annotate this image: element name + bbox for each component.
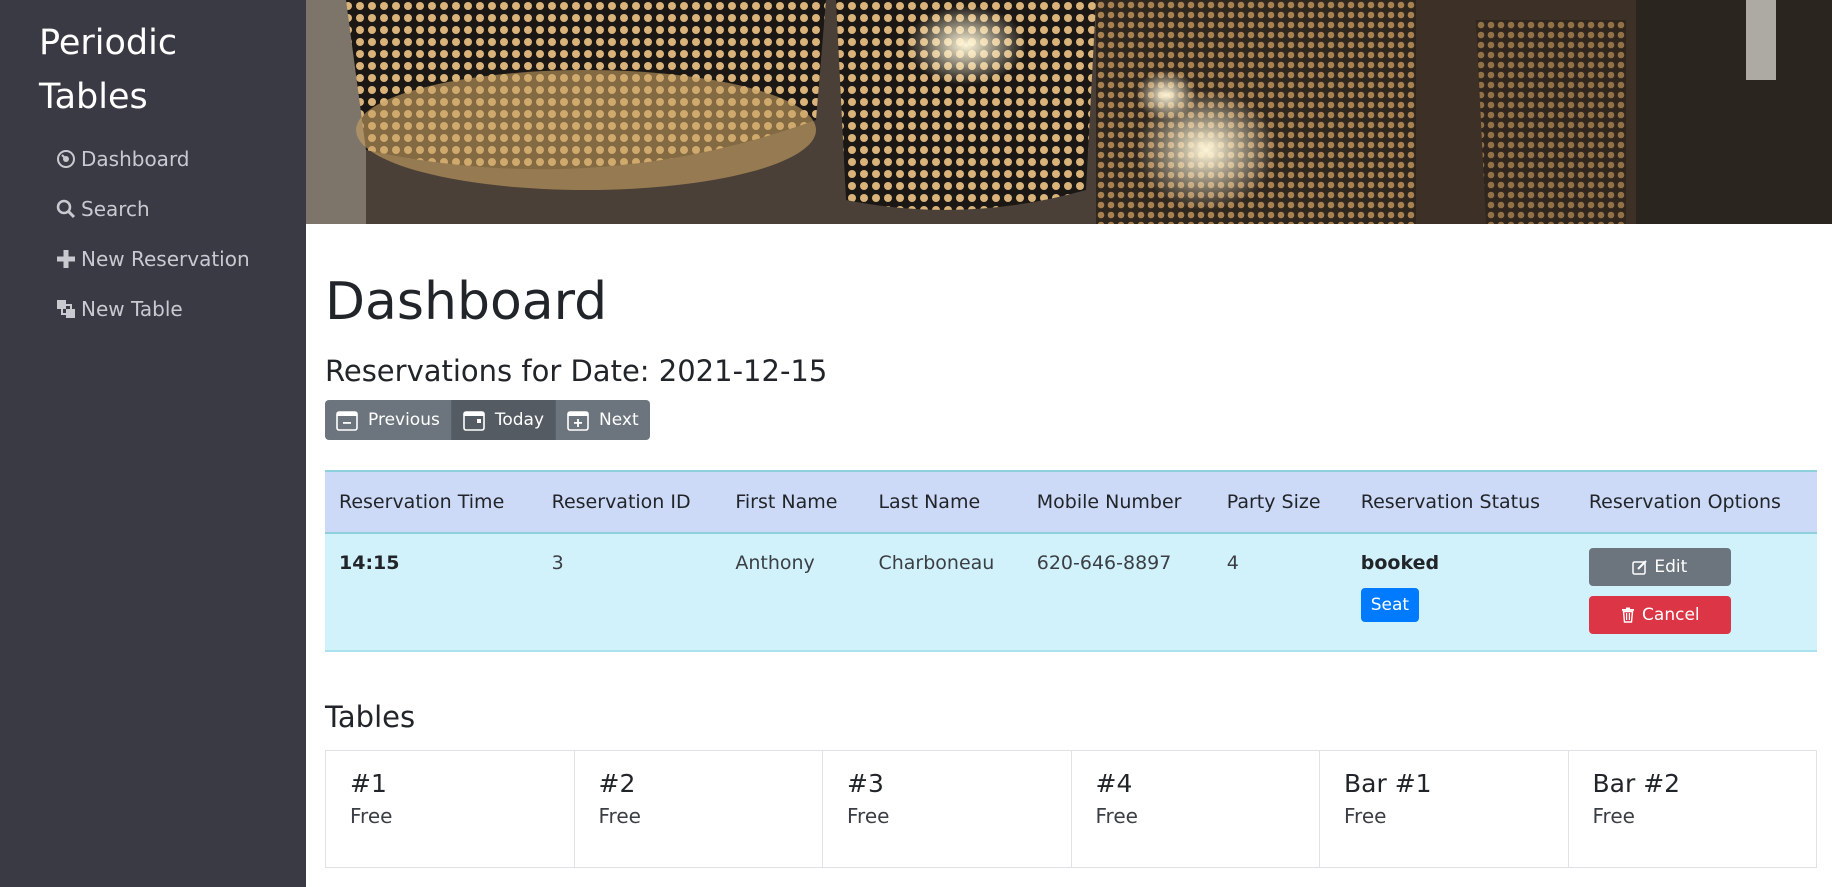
column-header: Reservation Time [325, 470, 538, 534]
page-title: Dashboard [325, 272, 608, 332]
sidebar-item-label: New Table [81, 297, 183, 321]
table-status: Free [1592, 804, 1635, 828]
seat-button[interactable]: Seat [1360, 588, 1420, 622]
table-card: Bar #1 Free [1320, 751, 1569, 867]
search-icon [55, 198, 77, 220]
table-card: #3 Free [823, 751, 1072, 867]
layers-icon [55, 298, 77, 320]
calendar-plus-icon [567, 411, 589, 431]
column-header: First Name [721, 470, 865, 534]
sidebar-item-label: Dashboard [81, 147, 190, 171]
calendar-icon [463, 411, 485, 431]
today-button[interactable]: Today [451, 400, 557, 440]
dashboard-icon [55, 148, 77, 170]
reservation-time: 14:15 [325, 533, 538, 652]
trash-icon [1622, 607, 1635, 623]
sidebar-item-search[interactable]: Search [55, 184, 250, 234]
edit-label: Edit [1654, 557, 1688, 577]
plus-icon [55, 248, 77, 270]
sidebar-item-new-table[interactable]: New Table [55, 284, 250, 334]
today-label: Today [494, 410, 545, 430]
date-navigation: Previous Today Next [325, 400, 650, 440]
previous-label: Previous [368, 410, 440, 430]
table-header-row: Reservation Time Reservation ID First Na… [325, 470, 1817, 534]
tables-heading: Tables [325, 700, 416, 734]
calendar-minus-icon [336, 411, 358, 431]
table-name: Bar #2 [1592, 769, 1681, 798]
column-header: Mobile Number [1022, 470, 1213, 534]
table-name: #4 [1095, 769, 1133, 798]
first-name: Anthony [721, 533, 865, 652]
table-status: Free [598, 804, 641, 828]
table-status: Free [1344, 804, 1387, 828]
table-status: Free [847, 804, 890, 828]
sidebar-item-dashboard[interactable]: Dashboard [55, 134, 250, 184]
table-card: #1 Free [326, 751, 575, 867]
table-card: #4 Free [1072, 751, 1320, 867]
tables-list: #1 Free #2 Free #3 Free #4 Free Bar #1 F… [325, 750, 1817, 868]
reservations-date-heading: Reservations for Date: 2021-12-15 [325, 354, 828, 388]
last-name: Charboneau [864, 533, 1023, 652]
edit-icon [1632, 560, 1648, 575]
reservation-id: 3 [537, 533, 722, 652]
party-size: 4 [1212, 533, 1347, 652]
sidebar-item-label: New Reservation [81, 247, 250, 271]
table-card: #2 Free [575, 751, 823, 867]
table-name: #1 [350, 769, 387, 798]
reservation-options-cell: Edit Cancel [1574, 533, 1817, 652]
cancel-label: Cancel [1642, 605, 1700, 625]
reservations-table: Reservation Time Reservation ID First Na… [325, 470, 1817, 652]
sidebar-item-label: Search [81, 197, 150, 221]
app-title[interactable]: Periodic Tables [39, 16, 269, 124]
sidebar-nav: Dashboard Search New Reservation New Tab… [55, 134, 250, 334]
column-header: Reservation ID [537, 470, 722, 534]
edit-button[interactable]: Edit [1588, 548, 1731, 586]
sidebar-item-new-reservation[interactable]: New Reservation [55, 234, 250, 284]
previous-day-button[interactable]: Previous [325, 400, 452, 440]
table-name: #2 [598, 769, 636, 798]
sidebar: Periodic Tables Dashboard Search New Res… [0, 0, 306, 887]
status-text: booked [1360, 552, 1440, 574]
cancel-button[interactable]: Cancel [1588, 596, 1731, 634]
table-status: Free [350, 804, 393, 828]
mobile-number: 620-646-8897 [1022, 533, 1213, 652]
next-day-button[interactable]: Next [556, 400, 650, 440]
column-header: Party Size [1212, 470, 1347, 534]
next-label: Next [599, 410, 639, 430]
column-header: Reservation Status [1346, 470, 1575, 534]
column-header: Last Name [864, 470, 1023, 534]
table-card: Bar #2 Free [1569, 751, 1817, 867]
column-header: Reservation Options [1574, 470, 1817, 534]
table-name: Bar #1 [1344, 769, 1432, 798]
hero-banner-image [306, 0, 1832, 224]
table-name: #3 [847, 769, 884, 798]
table-status: Free [1095, 804, 1138, 828]
table-row: 14:15 3 Anthony Charboneau 620-646-8897 … [325, 533, 1817, 652]
reservation-status-cell: booked Seat [1346, 533, 1575, 652]
pendant-lamps-photo [306, 0, 1832, 224]
